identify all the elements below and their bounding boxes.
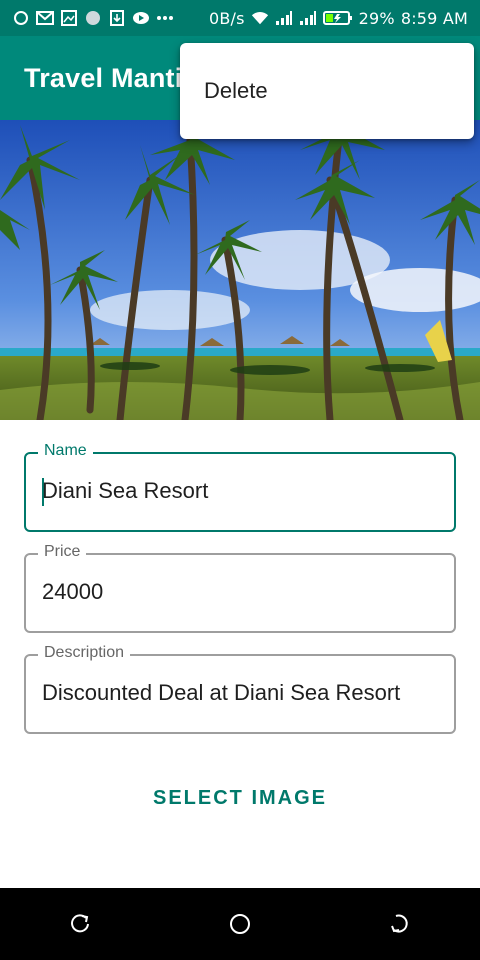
gmail-icon (36, 9, 54, 27)
net-speed: 0B/s (208, 8, 245, 28)
description-field[interactable]: Description Discounted Deal at Diani Sea… (24, 644, 456, 734)
play-icon (132, 9, 150, 27)
name-input[interactable]: Diani Sea Resort (42, 478, 208, 504)
recent-apps-icon[interactable] (60, 904, 100, 944)
status-bar: 0B/s 29% 8:59 AM (0, 0, 480, 36)
download-icon (108, 9, 126, 27)
price-input[interactable]: 24000 (42, 579, 103, 605)
clock: 8:59 AM (400, 8, 468, 28)
price-label: Price (38, 543, 87, 561)
name-field[interactable]: Name Diani Sea Resort (24, 442, 456, 532)
back-icon[interactable] (380, 904, 420, 944)
battery-percent: 29% (358, 8, 395, 28)
deal-image (0, 120, 480, 420)
circle-icon (12, 9, 30, 27)
battery-charging-icon (322, 9, 353, 27)
more-icon (156, 9, 174, 27)
name-label: Name (38, 442, 93, 460)
price-field[interactable]: Price 24000 (24, 543, 456, 633)
overflow-menu: Delete (180, 43, 474, 139)
description-input[interactable]: Discounted Deal at Diani Sea Resort (42, 680, 400, 706)
image-icon (60, 9, 78, 27)
wifi-icon (251, 9, 269, 27)
signal-icon (275, 9, 293, 27)
notification-icons (12, 9, 174, 27)
home-icon[interactable] (220, 904, 260, 944)
signal-icon (299, 9, 317, 27)
menu-item-delete[interactable]: Delete (180, 61, 474, 121)
select-image-button[interactable]: SELECT IMAGE (0, 778, 480, 818)
description-label: Description (38, 644, 131, 662)
navigation-bar (0, 888, 480, 960)
system-icons: 0B/s 29% 8:59 AM (209, 9, 468, 28)
dot-circle-icon (84, 9, 102, 27)
